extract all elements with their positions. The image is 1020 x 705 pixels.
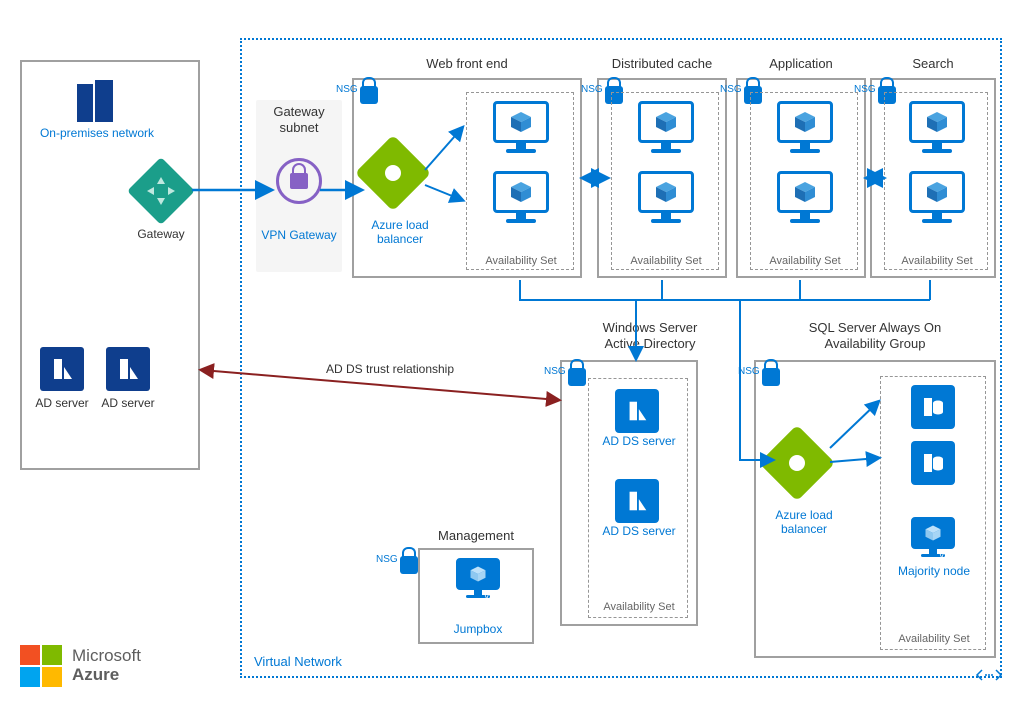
tier-search: NSG Availability Set bbox=[870, 78, 996, 278]
onprem-network: On-premises network Gateway AD server AD… bbox=[20, 60, 200, 470]
cache-avset: Availability Set bbox=[611, 92, 719, 270]
adds-vm-2 bbox=[615, 479, 659, 523]
adserver-icon bbox=[40, 347, 84, 391]
majority-label: Majority node bbox=[881, 565, 987, 578]
ad-title: Windows ServerActive Directory bbox=[560, 320, 740, 351]
nsg-badge: NSG bbox=[762, 368, 788, 396]
search-avset: Availability Set bbox=[884, 92, 988, 270]
sql-lb bbox=[770, 436, 824, 490]
adserver-icon bbox=[106, 347, 150, 391]
vm-icon bbox=[638, 101, 694, 157]
tier-search-title: Search bbox=[870, 56, 996, 71]
tier-cache: NSG Availability Set bbox=[597, 78, 727, 278]
adds-vm-1 bbox=[615, 389, 659, 433]
vpn-gateway-icon bbox=[276, 158, 322, 204]
web-lb-label: Azure load balancer bbox=[352, 218, 448, 247]
jumpbox: VM bbox=[456, 558, 500, 602]
web-avset-label: Availability Set bbox=[467, 255, 575, 267]
vm-icon bbox=[909, 171, 965, 227]
sql-title: SQL Server Always OnAvailability Group bbox=[754, 320, 996, 351]
tier-cache-title: Distributed cache bbox=[597, 56, 727, 71]
search-avset-label: Availability Set bbox=[885, 255, 989, 267]
ad-server-1 bbox=[40, 347, 84, 391]
gateway-icon bbox=[127, 157, 195, 225]
db-icon bbox=[911, 385, 955, 429]
cache-avset-label: Availability Set bbox=[612, 255, 720, 267]
expand-icon[interactable] bbox=[974, 665, 1004, 685]
tier-app: NSG Availability Set bbox=[736, 78, 866, 278]
tier-web: NSG Azure load balancer Availability Set bbox=[352, 78, 582, 278]
ad-server-2 bbox=[106, 347, 150, 391]
adserver-icon bbox=[615, 479, 659, 523]
mgmt-title: Management bbox=[418, 528, 534, 543]
buildings-icon bbox=[77, 80, 113, 122]
sql-lb-label: Azure load balancer bbox=[756, 508, 852, 537]
sql-box: NSG Azure load balancer VM Majority node… bbox=[754, 360, 996, 658]
tier-app-title: Application bbox=[736, 56, 866, 71]
management-box: NSG VM Jumpbox bbox=[418, 548, 534, 644]
sql-node-2 bbox=[911, 441, 955, 485]
trust-label: AD DS trust relationship bbox=[290, 362, 490, 376]
vm-icon: VM bbox=[911, 517, 955, 561]
adds1-label: AD DS server bbox=[589, 435, 689, 448]
sql-node-1 bbox=[911, 385, 955, 429]
vm-icon bbox=[638, 171, 694, 227]
onprem-gateway bbox=[137, 167, 185, 215]
vnet-label: Virtual Network bbox=[254, 654, 342, 669]
vm-icon: VM bbox=[456, 558, 500, 602]
jumpbox-label: Jumpbox bbox=[420, 622, 536, 636]
db-icon bbox=[911, 441, 955, 485]
vm-icon bbox=[777, 101, 833, 157]
nsg-badge: NSG bbox=[360, 86, 386, 114]
ms-logo-icon bbox=[20, 645, 62, 687]
nsg-badge: NSG bbox=[400, 556, 426, 584]
web-lb bbox=[366, 146, 420, 200]
gateway-label: Gateway bbox=[122, 227, 200, 241]
app-avset-label: Availability Set bbox=[751, 255, 859, 267]
gateway-subnet-title: Gateway subnet bbox=[256, 100, 342, 135]
vm-icon bbox=[909, 101, 965, 157]
vpn-label: VPN Gateway bbox=[256, 228, 342, 242]
vm-icon bbox=[777, 171, 833, 227]
ad-avset-label: Availability Set bbox=[589, 601, 689, 613]
web-avset: Availability Set bbox=[466, 92, 574, 270]
tier-web-title: Web front end bbox=[352, 56, 582, 71]
vm-icon bbox=[493, 171, 549, 227]
vpn-gateway bbox=[276, 158, 322, 204]
load-balancer-icon bbox=[355, 135, 431, 211]
sql-avset-label: Availability Set bbox=[881, 633, 987, 645]
logo-text: MicrosoftAzure bbox=[72, 647, 141, 684]
adds2-label: AD DS server bbox=[589, 525, 689, 538]
ad-avset: AD DS server AD DS server Availability S… bbox=[588, 378, 688, 618]
onprem-title: On-premises network bbox=[32, 126, 162, 140]
adserver1-label: AD server bbox=[28, 396, 96, 410]
addirectory-box: NSG AD DS server AD DS server Availabili… bbox=[560, 360, 698, 626]
adserver-icon bbox=[615, 389, 659, 433]
gateway-subnet: Gateway subnet VPN Gateway bbox=[256, 100, 342, 272]
majority-node: VM bbox=[911, 517, 955, 561]
adserver2-label: AD server bbox=[94, 396, 162, 410]
azure-logo: MicrosoftAzure bbox=[20, 645, 141, 687]
sql-avset: VM Majority node Availability Set bbox=[880, 376, 986, 650]
app-avset: Availability Set bbox=[750, 92, 858, 270]
load-balancer-icon bbox=[759, 425, 835, 501]
vm-icon bbox=[493, 101, 549, 157]
